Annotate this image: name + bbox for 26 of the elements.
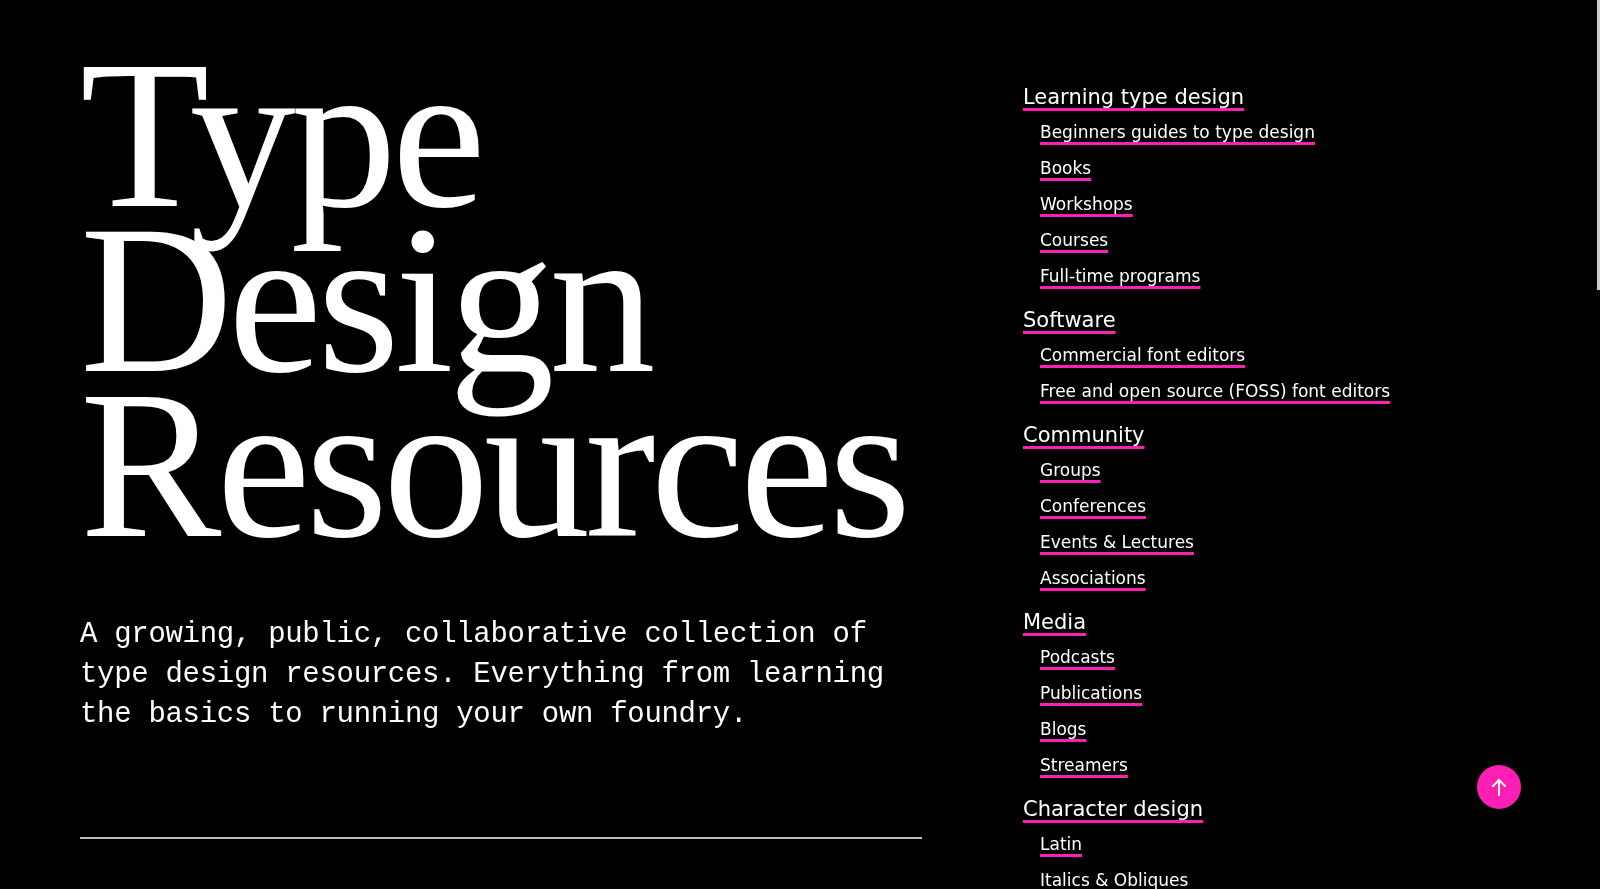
nav-link[interactable]: Podcasts xyxy=(1040,646,1115,668)
scrollbar[interactable] xyxy=(1597,0,1600,290)
nav-link[interactable]: Publications xyxy=(1040,682,1143,704)
nav-link[interactable]: Blogs xyxy=(1040,718,1087,740)
nav-link[interactable]: Workshops xyxy=(1040,193,1133,215)
section-link[interactable]: Media xyxy=(1023,609,1087,635)
nav-link[interactable]: Latin xyxy=(1040,833,1083,855)
nav-link[interactable]: Streamers xyxy=(1040,754,1128,776)
nav-link[interactable]: Conferences xyxy=(1040,495,1146,517)
nav-link[interactable]: Italics & Obliques xyxy=(1040,869,1189,889)
intro-paragraph: A growing, public, collaborative collection of type design resources. Everything from learning the basics to running your own foundry. xyxy=(80,617,885,733)
nav-link[interactable]: Books xyxy=(1040,157,1092,179)
section-link[interactable]: Software xyxy=(1023,307,1116,333)
nav-link[interactable]: Associations xyxy=(1040,567,1146,589)
back-to-top-button[interactable] xyxy=(1477,765,1521,809)
nav-link[interactable]: Beginners guides to type design xyxy=(1040,121,1315,143)
section-link[interactable]: Community xyxy=(1023,422,1145,448)
nav-link[interactable]: Commercial font editors xyxy=(1040,344,1246,366)
section-link[interactable]: Learning type design xyxy=(1023,84,1245,110)
nav-link[interactable]: Events & Lectures xyxy=(1040,531,1194,553)
arrow-up-icon xyxy=(1491,778,1507,796)
nav-link[interactable]: Courses xyxy=(1040,229,1109,251)
nav-link[interactable]: Free and open source (FOSS) font editors xyxy=(1040,380,1391,402)
section-link[interactable]: Character design xyxy=(1023,796,1204,822)
nav-link[interactable]: Groups xyxy=(1040,459,1101,481)
nav-link[interactable]: Full-time programs xyxy=(1040,265,1201,287)
